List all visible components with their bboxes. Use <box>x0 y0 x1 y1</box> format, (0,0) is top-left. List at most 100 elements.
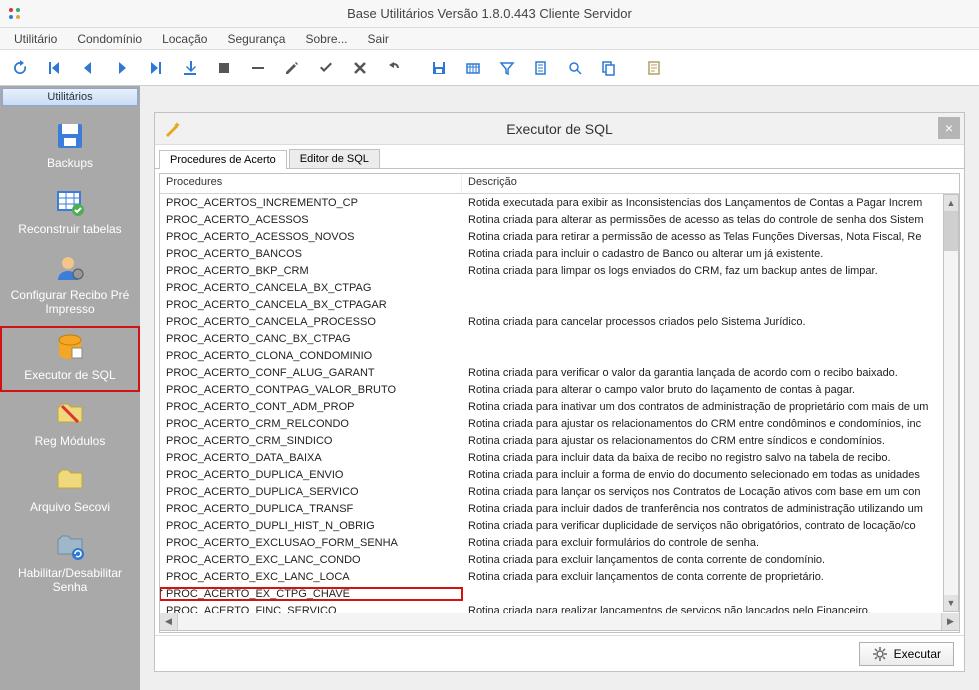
scroll-right-icon[interactable]: ▶ <box>941 613 959 630</box>
table-row[interactable]: PROC_ACERTO_DUPLI_HIST_N_OBRIGRotina cri… <box>160 517 959 534</box>
export-icon[interactable] <box>461 56 485 80</box>
cell-description: Rotina criada para incluir a forma de en… <box>462 469 959 481</box>
scroll-down-icon[interactable]: ▼ <box>944 595 958 611</box>
tabbar: Procedures de Acerto Editor de SQL <box>155 145 964 169</box>
sidebar-header[interactable]: Utilitários <box>2 88 138 106</box>
table-row[interactable]: PROC_ACERTO_CONTPAG_VALOR_BRUTORotina cr… <box>160 381 959 398</box>
sidebar-item-executor-de-sql[interactable]: Executor de SQL <box>0 326 140 392</box>
undo-icon[interactable] <box>382 56 406 80</box>
cell-procedure: PROC_ACERTO_CONTPAG_VALOR_BRUTO <box>160 384 462 396</box>
sidebar-item-arquivo-secovi[interactable]: Arquivo Secovi <box>0 458 140 524</box>
disk-icon <box>54 120 86 152</box>
cancel-icon[interactable] <box>348 56 372 80</box>
col-descricao[interactable]: Descrição <box>462 174 959 193</box>
cell-procedure: PROC_ACERTO_DUPLICA_SERVICO <box>160 486 462 498</box>
executar-label: Executar <box>894 647 941 661</box>
tab-procedures[interactable]: Procedures de Acerto <box>159 150 287 169</box>
close-icon[interactable]: × <box>938 117 960 139</box>
table-row[interactable]: PROC_ACERTO_DUPLICA_ENVIORotina criada p… <box>160 466 959 483</box>
minus-icon[interactable] <box>246 56 270 80</box>
cell-description: Rotina criada para excluir formulários d… <box>462 537 959 549</box>
menu-utilitario[interactable]: Utilitário <box>6 30 65 48</box>
cell-description: Rotina criada para alterar o campo valor… <box>462 384 959 396</box>
col-procedures[interactable]: Procedures <box>160 174 462 193</box>
cell-description: Rotina criada para cancelar processos cr… <box>462 316 959 328</box>
cell-procedure: PROC_ACERTO_CRM_RELCONDO <box>160 418 462 430</box>
menu-condominio[interactable]: Condomínio <box>69 30 150 48</box>
user-gear-icon <box>54 252 86 284</box>
main-area: Executor de SQL × Procedures de Acerto E… <box>140 86 979 690</box>
cell-procedure: PROC_ACERTO_CANCELA_BX_CTPAG <box>160 282 462 294</box>
table-row[interactable]: PROC_ACERTO_CRM_RELCONDORotina criada pa… <box>160 415 959 432</box>
menu-sobre[interactable]: Sobre... <box>297 30 355 48</box>
cell-procedure: PROC_ACERTO_CLONA_CONDOMINIO <box>160 350 462 362</box>
table-row[interactable]: PROC_ACERTO_DATA_BAIXARotina criada para… <box>160 449 959 466</box>
app-icon <box>6 5 24 23</box>
table-row[interactable]: PROC_ACERTO_CANCELA_BX_CTPAGAR <box>160 296 959 313</box>
search-icon[interactable] <box>563 56 587 80</box>
table-row[interactable]: PROC_ACERTOS_INCREMENTO_CPRotida executa… <box>160 194 959 211</box>
refresh-icon[interactable] <box>8 56 32 80</box>
executar-button[interactable]: Executar <box>859 642 954 666</box>
cell-procedure: PROC_ACERTO_CANC_BX_CTPAG <box>160 333 462 345</box>
table-row[interactable]: PROC_ACERTO_EXC_LANC_CONDORotina criada … <box>160 551 959 568</box>
cell-procedure: PROC_ACERTO_CONT_ADM_PROP <box>160 401 462 413</box>
prev-icon[interactable] <box>76 56 100 80</box>
first-icon[interactable] <box>42 56 66 80</box>
table-row[interactable]: PROC_ACERTO_CLONA_CONDOMINIO <box>160 347 959 364</box>
tab-editor-sql[interactable]: Editor de SQL <box>289 149 380 168</box>
cell-procedure: PROC_ACERTO_ACESSOS <box>160 214 462 226</box>
table-row[interactable]: PROC_ACERTO_CONT_ADM_PROPRotina criada p… <box>160 398 959 415</box>
cell-procedure: PROC_ACERTO_EXC_LANC_CONDO <box>160 554 462 566</box>
vertical-scrollbar[interactable]: ▲ ▼ <box>943 194 959 612</box>
table-row[interactable]: PROC_ACERTO_ACESSOSRotina criada para al… <box>160 211 959 228</box>
table-row[interactable]: PROC_ACERTO_DUPLICA_TRANSFRotina criada … <box>160 500 959 517</box>
table-row[interactable]: PROC_ACERTO_CONF_ALUG_GARANTRotina criad… <box>160 364 959 381</box>
cell-description: Rotina criada para ajustar os relacionam… <box>462 435 959 447</box>
table-row[interactable]: PROC_ACERTO_BKP_CRMRotina criada para li… <box>160 262 959 279</box>
table-row[interactable]: PROC_ACERTO_EXC_LANC_LOCARotina criada p… <box>160 568 959 585</box>
filter-icon[interactable] <box>495 56 519 80</box>
menu-seguranca[interactable]: Segurança <box>219 30 293 48</box>
save-icon[interactable] <box>427 56 451 80</box>
cell-description: Rotina criada para incluir o cadastro de… <box>462 248 959 260</box>
cell-procedure: PROC_ACERTOS_INCREMENTO_CP <box>160 197 462 209</box>
cell-procedure: PROC_ACERTO_BKP_CRM <box>160 265 462 277</box>
cell-procedure: PROC_ACERTO_EXCLUSAO_FORM_SENHA <box>160 537 462 549</box>
scroll-left-icon[interactable]: ◀ <box>160 613 178 630</box>
table-row[interactable]: PROC_ACERTO_ACESSOS_NOVOSRotina criada p… <box>160 228 959 245</box>
sidebar-item-reg-m-dulos[interactable]: Reg Módulos <box>0 392 140 458</box>
last-icon[interactable] <box>144 56 168 80</box>
wand-icon <box>163 120 181 138</box>
scroll-up-icon[interactable]: ▲ <box>944 195 958 211</box>
horizontal-scrollbar[interactable]: ◀ ▶ <box>159 613 960 631</box>
table-row[interactable]: PROC_ACERTO_EXCLUSAO_FORM_SENHARotina cr… <box>160 534 959 551</box>
note-icon[interactable] <box>642 56 666 80</box>
table-row[interactable]: PROC_ACERTO_CANCELA_PROCESSORotina criad… <box>160 313 959 330</box>
copy-icon[interactable] <box>597 56 621 80</box>
menu-sair[interactable]: Sair <box>360 30 397 48</box>
next-icon[interactable] <box>110 56 134 80</box>
edit-icon[interactable] <box>280 56 304 80</box>
download-icon[interactable] <box>178 56 202 80</box>
cell-procedure: PROC_ACERTO_CANCELA_PROCESSO <box>160 316 462 328</box>
sql-executor-panel: Executor de SQL × Procedures de Acerto E… <box>154 112 965 672</box>
sidebar-item-backups[interactable]: Backups <box>0 114 140 180</box>
menu-locacao[interactable]: Locação <box>154 30 215 48</box>
table-row[interactable]: PROC_ACERTO_EX_CTPG_CHAVE <box>160 585 959 602</box>
table-row[interactable]: PROC_ACERTO_CRM_SINDICORotina criada par… <box>160 432 959 449</box>
sidebar-item-reconstruir-tabelas[interactable]: Reconstruir tabelas <box>0 180 140 246</box>
table-row[interactable]: PROC_ACERTO_BANCOSRotina criada para inc… <box>160 245 959 262</box>
check-icon[interactable] <box>314 56 338 80</box>
sidebar-item-habilitar-desabilitar-senha[interactable]: Habilitar/Desabilitar Senha <box>0 524 140 604</box>
table-row[interactable]: PROC_ACERTO_CANCELA_BX_CTPAG <box>160 279 959 296</box>
gear-icon <box>872 646 888 662</box>
stop-icon[interactable] <box>212 56 236 80</box>
sidebar-item-configurar-recibo-pr-impresso[interactable]: Configurar Recibo Pré Impresso <box>0 246 140 326</box>
table-row[interactable]: PROC_ACERTO_CANC_BX_CTPAG <box>160 330 959 347</box>
table-row[interactable]: PROC_ACERTO_DUPLICA_SERVICORotina criada… <box>160 483 959 500</box>
procedures-grid[interactable]: Procedures Descrição PROC_ACERTOS_INCREM… <box>159 173 960 633</box>
scroll-thumb[interactable] <box>944 211 958 251</box>
toolbar <box>0 50 979 86</box>
doc-icon[interactable] <box>529 56 553 80</box>
